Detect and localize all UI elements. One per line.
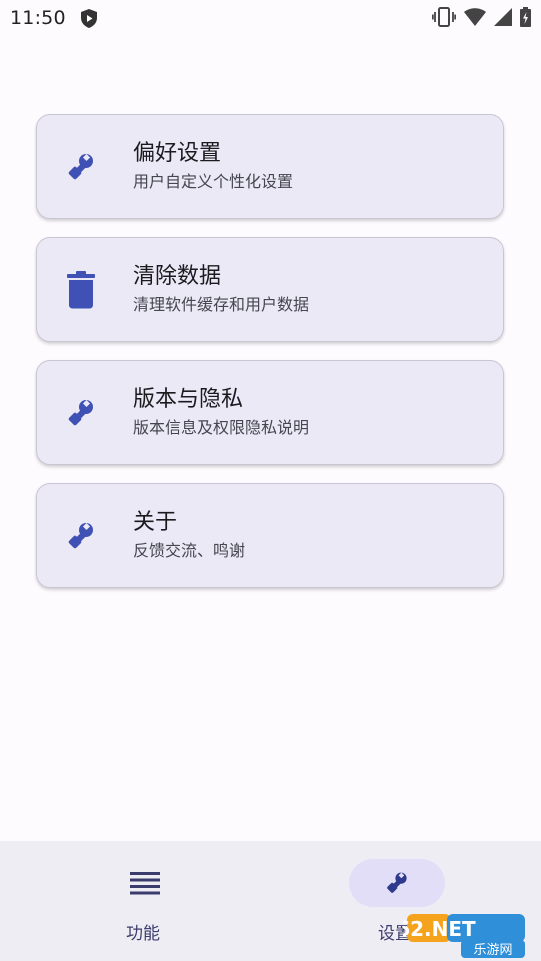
watermark-text-bottom: 乐游网 [473,943,512,958]
status-time: 11:50 [10,7,66,29]
build-icon [65,147,97,187]
card-title: 版本与隐私 [133,387,244,412]
signal-icon [494,8,512,30]
vibrate-icon [431,7,457,31]
build-icon [65,516,97,556]
menu-icon [97,859,193,907]
settings-list: 偏好设置 用户自定义个性化设置 清除数据 清理软件缓存和用户数据 版本与隐私 版… [36,114,504,606]
card-subtitle: 清理软件缓存和用户数据 [133,295,310,314]
battery-icon [520,7,531,31]
build-icon [349,859,445,907]
card-subtitle: 反馈交流、鸣谢 [133,541,246,560]
card-title: 关于 [133,510,178,535]
card-subtitle: 用户自定义个性化设置 [133,172,294,191]
card-preferences[interactable]: 偏好设置 用户自定义个性化设置 [36,114,504,219]
card-title: 清除数据 [133,264,222,289]
card-clear-data[interactable]: 清除数据 清理软件缓存和用户数据 [36,237,504,342]
card-about[interactable]: 关于 反馈交流、鸣谢 [36,483,504,588]
wifi-icon [464,8,486,30]
status-bar: 11:50 [0,0,541,36]
nav-item-functions[interactable]: 功能 [8,841,278,961]
watermark-text-top: 962.NET [403,917,476,941]
watermark-logo: 962.NET 乐游网 [382,910,533,960]
play-protect-icon [80,8,98,28]
build-icon [65,393,97,433]
nav-label: 功能 [126,924,160,944]
card-subtitle: 版本信息及权限隐私说明 [133,418,310,437]
trash-icon [65,270,97,310]
card-version-privacy[interactable]: 版本与隐私 版本信息及权限隐私说明 [36,360,504,465]
card-title: 偏好设置 [133,141,222,166]
